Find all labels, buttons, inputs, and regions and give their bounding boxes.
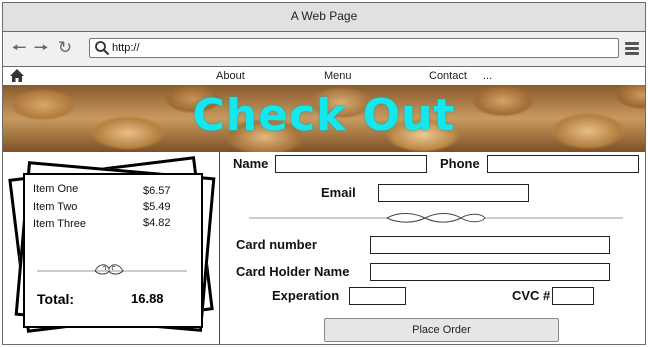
arrow-left-icon[interactable]: 🠔 — [11, 37, 27, 59]
cart-item-price: $4.82 — [143, 217, 171, 229]
email-label: Email — [321, 185, 356, 200]
home-icon[interactable] — [9, 68, 25, 83]
card-holder-label: Card Holder Name — [236, 264, 350, 279]
cart-item-price: $6.57 — [143, 185, 171, 197]
search-icon — [95, 41, 110, 56]
browser-window: A Web Page 🠔 🠖 ↻ About Menu Contact ... … — [2, 2, 646, 345]
nav-more-link[interactable]: ... — [483, 70, 492, 82]
browser-toolbar: 🠔 🠖 ↻ — [3, 32, 645, 67]
email-field[interactable] — [378, 184, 529, 202]
reload-icon[interactable]: ↻ — [57, 37, 73, 59]
nav-about-link[interactable]: About — [216, 70, 245, 82]
cart-item-name: Item Two — [33, 201, 78, 213]
cart-item-name: Item One — [33, 183, 79, 195]
order-summary-card: Item One $6.57 Item Two $5.49 Item Three… — [23, 173, 203, 328]
phone-label: Phone — [440, 156, 480, 171]
cart-item-price: $5.49 — [143, 201, 171, 213]
arrow-right-icon[interactable]: 🠖 — [33, 37, 49, 59]
expiration-field[interactable] — [349, 287, 406, 305]
card-number-label: Card number — [236, 237, 317, 252]
page-title: Check Out — [192, 90, 456, 141]
column-divider — [219, 152, 220, 344]
card-holder-field[interactable] — [370, 263, 610, 281]
ornament-divider — [249, 213, 623, 223]
site-nav: About Menu Contact ... — [3, 67, 645, 85]
address-bar[interactable] — [89, 38, 619, 58]
ornament-divider — [37, 264, 187, 275]
total-value: 16.88 — [131, 291, 164, 306]
card-number-field[interactable] — [370, 236, 610, 254]
place-order-button[interactable]: Place Order — [324, 318, 559, 342]
expiration-label: Experation — [272, 288, 340, 303]
name-field[interactable] — [275, 155, 427, 173]
url-input[interactable] — [112, 39, 602, 56]
nav-menu-link[interactable]: Menu — [324, 70, 352, 82]
total-label: Total: — [37, 291, 75, 307]
hamburger-icon[interactable] — [625, 42, 639, 56]
cart-item-name: Item Three — [33, 218, 86, 230]
nav-contact-link[interactable]: Contact — [429, 70, 467, 82]
cvc-field[interactable] — [552, 287, 594, 305]
hero-banner: Check Out — [3, 85, 645, 152]
window-title: A Web Page — [3, 3, 645, 32]
phone-field[interactable] — [487, 155, 639, 173]
name-label: Name — [233, 156, 269, 171]
cvc-label: CVC # — [512, 288, 551, 303]
